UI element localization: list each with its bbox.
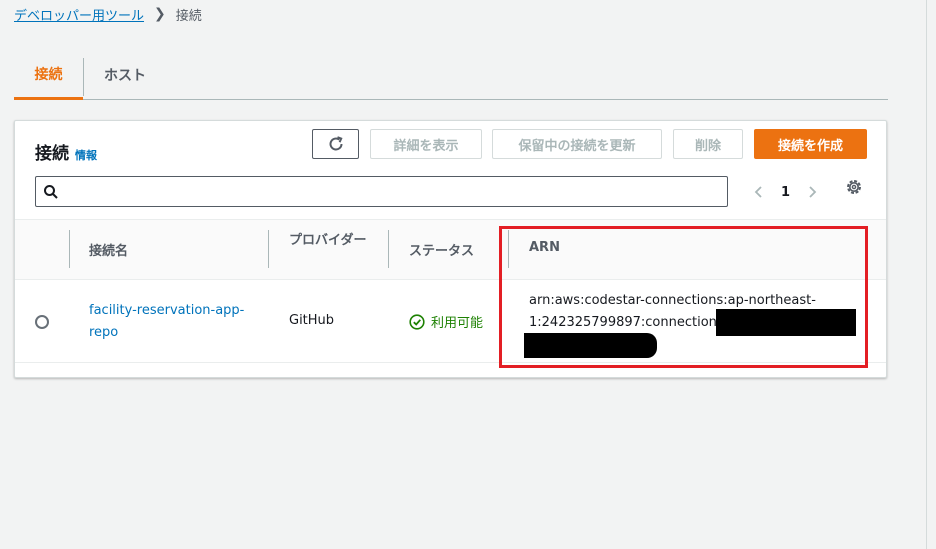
chevron-right-icon[interactable] xyxy=(805,185,819,199)
column-header-provider[interactable]: プロバイダー xyxy=(289,230,369,251)
row-select-radio[interactable] xyxy=(35,315,49,329)
provider-cell: GitHub xyxy=(289,313,335,328)
tab-hosts[interactable]: ホスト xyxy=(104,50,146,99)
panel-header: 接続 情報 xyxy=(35,139,97,164)
search-box xyxy=(35,176,728,207)
create-connection-button[interactable]: 接続を作成 xyxy=(754,129,867,159)
check-circle-icon xyxy=(409,313,425,330)
highlight-annotation-box xyxy=(499,226,868,368)
column-divider xyxy=(69,230,70,268)
breadcrumb-current: 接続 xyxy=(175,8,202,24)
pagination: 1 xyxy=(752,177,819,207)
panel-title: 接続 xyxy=(35,144,69,164)
column-divider[interactable] xyxy=(268,230,269,268)
status-text: 利用可能 xyxy=(431,316,484,331)
column-header-name[interactable]: 接続名 xyxy=(89,240,128,259)
chevron-right-icon: ❯ xyxy=(154,6,166,22)
column-header-status[interactable]: ステータス xyxy=(409,240,474,259)
refresh-icon xyxy=(329,136,343,151)
column-divider[interactable] xyxy=(388,230,389,268)
tab-bar: 接続 ホスト xyxy=(14,50,888,100)
refresh-button[interactable] xyxy=(312,129,359,159)
status-cell: 利用可能 xyxy=(409,312,483,331)
breadcrumb-developer-tools-link[interactable]: デベロッパー用ツール xyxy=(14,5,144,24)
update-pending-connection-button[interactable]: 保留中の接続を更新 xyxy=(492,129,662,159)
breadcrumb: デベロッパー用ツール ❯ 接続 xyxy=(14,4,202,24)
page-number[interactable]: 1 xyxy=(781,185,790,200)
info-link[interactable]: 情報 xyxy=(75,147,97,163)
view-details-button[interactable]: 詳細を表示 xyxy=(370,129,482,159)
delete-button[interactable]: 削除 xyxy=(673,129,743,159)
search-icon xyxy=(44,184,58,199)
tab-divider xyxy=(83,58,84,96)
chevron-left-icon[interactable] xyxy=(752,185,766,199)
search-input[interactable] xyxy=(65,178,727,205)
connection-name-link[interactable]: facility-reservation-app-repo xyxy=(89,300,259,344)
tab-connections[interactable]: 接続 xyxy=(14,50,83,100)
page-edge xyxy=(926,0,927,549)
gear-icon[interactable] xyxy=(845,178,863,196)
